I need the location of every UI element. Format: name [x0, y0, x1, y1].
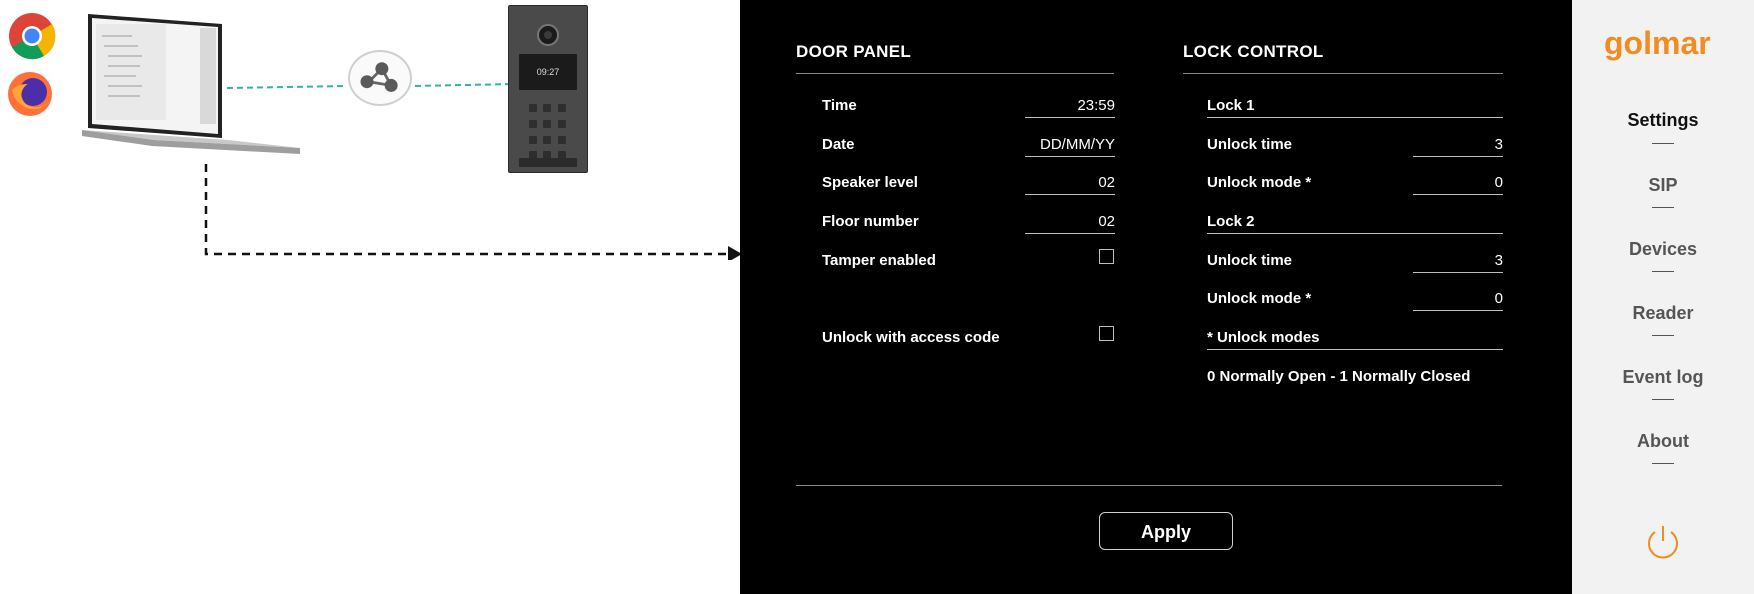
lock2-unlock-time-field[interactable]: 3 [1413, 252, 1503, 273]
nav-separator [1652, 143, 1674, 144]
camera-icon [537, 24, 559, 46]
arrow-to-panel [204, 164, 742, 260]
date-label: Date [822, 136, 855, 153]
lock1-heading: Lock 1 [1207, 97, 1503, 118]
access-code-checkbox[interactable] [1099, 326, 1114, 341]
lock1-unlock-mode-field[interactable]: 0 [1413, 174, 1503, 195]
nav-separator [1652, 463, 1674, 464]
unlock-modes-heading: * Unlock modes [1207, 329, 1503, 350]
tamper-enabled-label: Tamper enabled [822, 252, 936, 269]
nav-item-sip[interactable]: SIP [1572, 175, 1754, 196]
door-panel-title: DOOR PANEL [796, 42, 912, 61]
tamper-enabled-checkbox[interactable] [1099, 249, 1114, 264]
floor-number-label: Floor number [822, 213, 919, 230]
nav-separator [1652, 335, 1674, 336]
nav-separator [1652, 271, 1674, 272]
nav-item-about[interactable]: About [1572, 431, 1754, 452]
floor-number-field[interactable]: 02 [1025, 213, 1115, 234]
access-code-label: Unlock with access code [822, 329, 1000, 346]
firefox-icon [8, 72, 52, 116]
speaker-level-field[interactable]: 02 [1025, 174, 1115, 195]
lock-control-title: LOCK CONTROL [1183, 42, 1324, 61]
settings-panel: DOOR PANEL Time 23:59 Date DD/MM/YY Spea… [740, 0, 1572, 594]
nav-item-event-log[interactable]: Event log [1572, 367, 1754, 388]
lock2-unlock-mode-field[interactable]: 0 [1413, 290, 1503, 311]
unlock-modes-note: 0 Normally Open - 1 Normally Closed [1207, 368, 1471, 385]
footer-rule [796, 485, 1502, 486]
door-panel-device: 09:27 [508, 5, 588, 173]
nav-item-reader[interactable]: Reader [1572, 303, 1754, 324]
svg-text:golmar: golmar [1604, 25, 1711, 61]
lock2-unlock-mode-label: Unlock mode * [1207, 290, 1312, 307]
date-field[interactable]: DD/MM/YY [1025, 136, 1115, 157]
sidebar: golmar Settings SIP Devices Reader Event… [1572, 0, 1754, 594]
lock1-unlock-mode-label: Unlock mode * [1207, 174, 1312, 191]
lock2-unlock-time-label: Unlock time [1207, 252, 1293, 269]
chrome-icon [9, 13, 56, 60]
nav-separator [1652, 207, 1674, 208]
power-icon[interactable] [1644, 523, 1682, 561]
device-screen-time: 09:27 [519, 54, 577, 90]
lock1-unlock-time-field[interactable]: 3 [1413, 136, 1503, 157]
keypad [529, 104, 569, 164]
speaker-level-label: Speaker level [822, 174, 918, 191]
golmar-logo: golmar [1604, 25, 1711, 61]
time-field[interactable]: 23:59 [1025, 97, 1115, 118]
lock-control-rule [1183, 73, 1503, 74]
network-hub-icon [348, 50, 412, 106]
nav-item-devices[interactable]: Devices [1572, 239, 1754, 260]
lock1-unlock-time-label: Unlock time [1207, 136, 1293, 153]
door-panel-rule [796, 73, 1114, 74]
apply-button[interactable]: Apply [1099, 512, 1233, 550]
nav-item-settings[interactable]: Settings [1572, 110, 1754, 131]
lock2-heading: Lock 2 [1207, 213, 1503, 234]
time-label: Time [822, 97, 857, 114]
nav-separator [1652, 399, 1674, 400]
